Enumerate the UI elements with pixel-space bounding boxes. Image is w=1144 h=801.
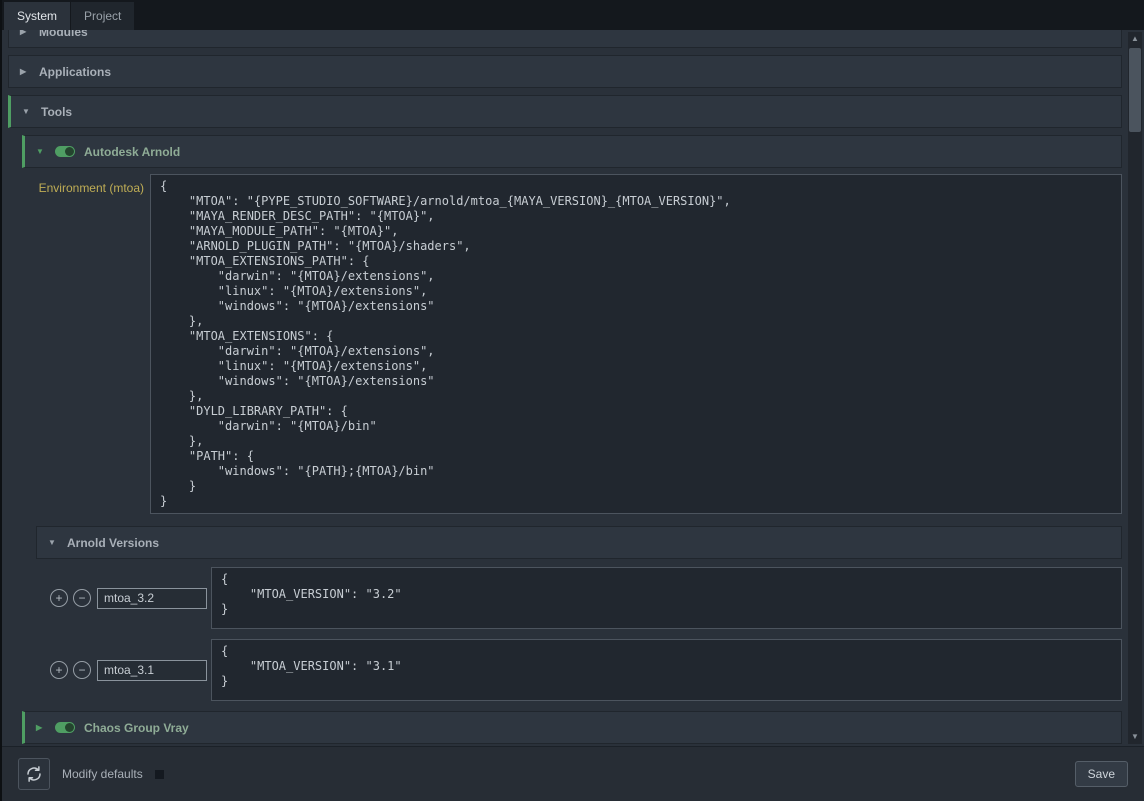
section-label-modules: Modules bbox=[39, 30, 88, 39]
section-header-autodesk-arnold[interactable]: ▼ Autodesk Arnold bbox=[22, 135, 1122, 168]
scrollbar-thumb[interactable] bbox=[1129, 48, 1141, 132]
settings-sections: ▶ Modules ▶ Applications ▼ Tools ▼ Autod… bbox=[8, 30, 1122, 744]
tab-system[interactable]: System bbox=[4, 2, 70, 30]
modify-defaults-indicator[interactable] bbox=[155, 770, 164, 779]
toggle-enabled-icon[interactable] bbox=[55, 146, 75, 157]
modify-defaults-label: Modify defaults bbox=[62, 767, 143, 781]
footer-bar: Modify defaults Save bbox=[2, 746, 1144, 801]
arnold-content: Environment (mtoa) { "MTOA": "{PYPE_STUD… bbox=[22, 174, 1122, 701]
refresh-button[interactable] bbox=[18, 758, 50, 790]
scroll-up-arrow-icon[interactable]: ▲ bbox=[1128, 32, 1142, 46]
section-header-arnold-versions[interactable]: ▼ Arnold Versions bbox=[36, 526, 1122, 559]
chevron-down-icon: ▼ bbox=[36, 147, 46, 156]
section-label-autodesk-arnold: Autodesk Arnold bbox=[84, 145, 180, 159]
section-header-chaos-group-vray[interactable]: ▶ Chaos Group Vray bbox=[22, 711, 1122, 744]
remove-version-button[interactable]: − bbox=[73, 589, 91, 607]
version-row: + − { "MTOA_VERSION": "3.1" } bbox=[50, 639, 1122, 701]
environment-json-textarea[interactable]: { "MTOA": "{PYPE_STUDIO_SOFTWARE}/arnold… bbox=[150, 174, 1122, 514]
tab-bar: System Project bbox=[2, 0, 1144, 30]
section-label-arnold-versions: Arnold Versions bbox=[67, 536, 159, 550]
chevron-down-icon: ▼ bbox=[48, 538, 58, 547]
version-json-textarea[interactable]: { "MTOA_VERSION": "3.1" } bbox=[211, 639, 1122, 701]
environment-label: Environment (mtoa) bbox=[25, 174, 150, 195]
arnold-versions-wrapper: ▼ Arnold Versions + − { "MTOA_VERSION": … bbox=[36, 526, 1122, 701]
chevron-down-icon: ▼ bbox=[22, 107, 32, 116]
settings-window: System Project ▶ Modules ▶ Applications … bbox=[0, 0, 1144, 801]
chevron-right-icon: ▶ bbox=[20, 30, 30, 36]
scroll-down-arrow-icon[interactable]: ▼ bbox=[1128, 730, 1142, 744]
chevron-right-icon: ▶ bbox=[20, 67, 30, 76]
tab-project[interactable]: Project bbox=[71, 2, 134, 30]
vertical-scrollbar: ▲ ▼ bbox=[1128, 32, 1142, 744]
save-button[interactable]: Save bbox=[1075, 761, 1128, 787]
version-key-input[interactable] bbox=[97, 660, 207, 681]
version-row: + − { "MTOA_VERSION": "3.2" } bbox=[50, 567, 1122, 629]
tools-content: ▼ Autodesk Arnold Environment (mtoa) { "… bbox=[22, 135, 1122, 744]
section-label-tools: Tools bbox=[41, 105, 72, 119]
remove-version-button[interactable]: − bbox=[73, 661, 91, 679]
version-key-input[interactable] bbox=[97, 588, 207, 609]
refresh-icon bbox=[25, 765, 43, 783]
section-header-applications[interactable]: ▶ Applications bbox=[8, 55, 1122, 88]
section-header-modules[interactable]: ▶ Modules bbox=[8, 30, 1122, 48]
add-version-button[interactable]: + bbox=[50, 589, 68, 607]
section-label-applications: Applications bbox=[39, 65, 111, 79]
settings-scroll-area: ▶ Modules ▶ Applications ▼ Tools ▼ Autod… bbox=[2, 30, 1144, 746]
toggle-enabled-icon[interactable] bbox=[55, 722, 75, 733]
version-json-textarea[interactable]: { "MTOA_VERSION": "3.2" } bbox=[211, 567, 1122, 629]
add-version-button[interactable]: + bbox=[50, 661, 68, 679]
section-label-chaos-group-vray: Chaos Group Vray bbox=[84, 721, 189, 735]
chevron-right-icon: ▶ bbox=[36, 723, 46, 732]
section-header-tools[interactable]: ▼ Tools bbox=[8, 95, 1122, 128]
environment-row: Environment (mtoa) { "MTOA": "{PYPE_STUD… bbox=[25, 174, 1122, 514]
